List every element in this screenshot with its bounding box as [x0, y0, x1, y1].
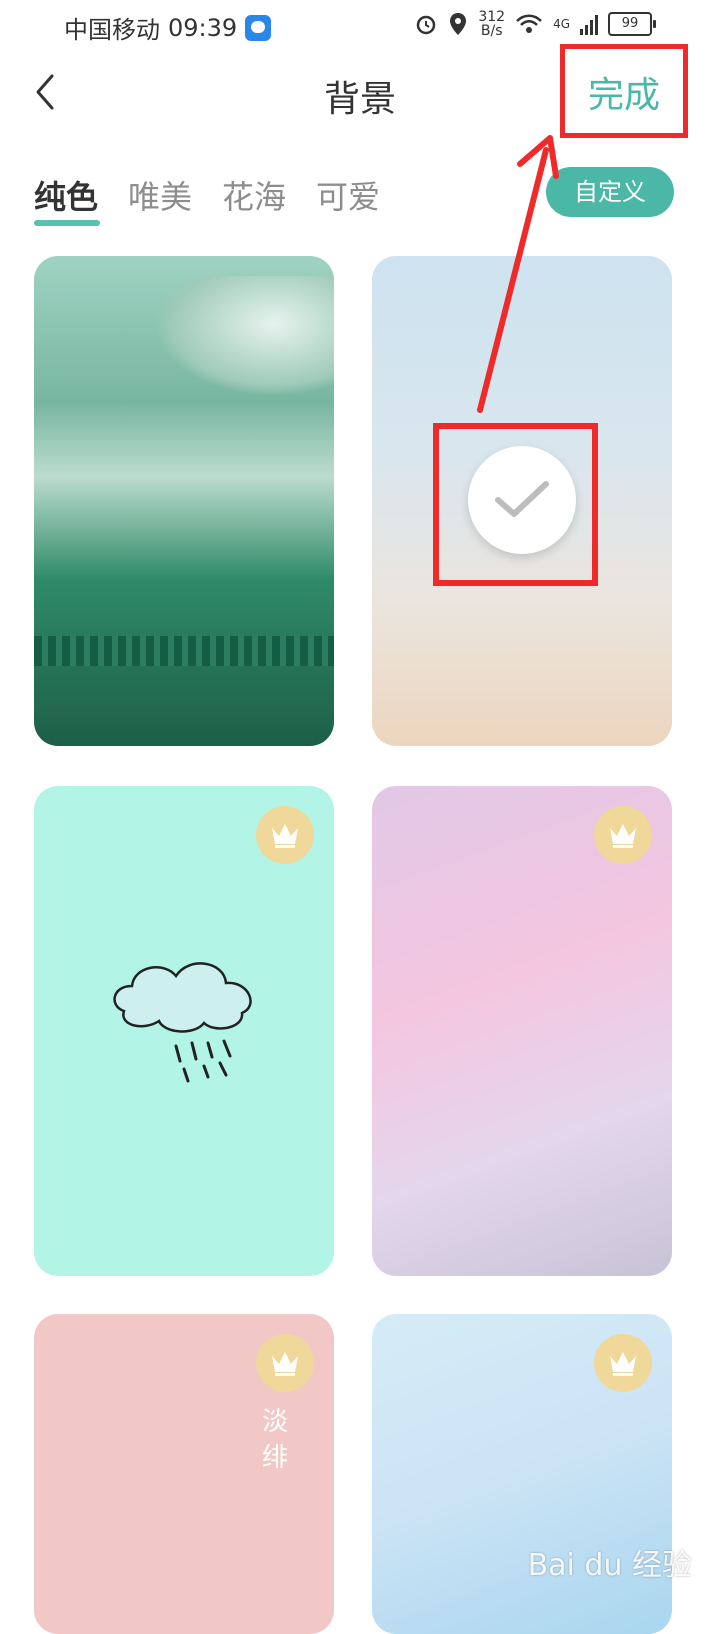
network-type: 4G — [553, 17, 570, 31]
tab-flowers[interactable]: 花海 — [222, 172, 286, 218]
background-card-mint-rain-cloud[interactable] — [34, 786, 334, 1276]
crown-icon — [610, 1352, 636, 1376]
status-left: 中国移动 09:39 — [64, 10, 272, 45]
clock: 09:39 — [168, 13, 238, 42]
speed-unit: B/s — [480, 23, 503, 39]
background-card-blush-pink[interactable]: 淡绯 — [34, 1314, 334, 1634]
signal-icon — [580, 13, 598, 35]
premium-badge — [256, 1334, 314, 1392]
crown-icon — [272, 1352, 298, 1376]
forest-image — [34, 636, 334, 666]
carrier-label: 中国移动 — [64, 16, 160, 44]
status-right: 312 B/s 4G 99 — [414, 10, 656, 38]
tab-cute[interactable]: 可爱 — [316, 172, 380, 218]
battery-icon: 99 — [608, 12, 656, 36]
rain-cloud-icon — [113, 962, 252, 1083]
location-icon — [450, 13, 467, 35]
tab-solid[interactable]: 纯色 — [34, 172, 101, 226]
watermark: Bai du 经验 — [527, 1548, 692, 1583]
premium-badge — [256, 806, 314, 864]
wifi-icon — [516, 14, 542, 33]
premium-badge — [594, 806, 652, 864]
highlight-box-done — [560, 44, 688, 138]
highlight-box-selected — [433, 423, 598, 586]
background-card-pink-watercolor[interactable] — [372, 786, 672, 1276]
crown-icon — [272, 824, 298, 848]
crown-icon — [610, 824, 636, 848]
background-card-mist-forest[interactable] — [34, 256, 334, 746]
premium-badge — [594, 1334, 652, 1392]
annotation-arrow — [477, 135, 559, 413]
tab-aesthetic[interactable]: 唯美 — [128, 172, 192, 218]
app-notification-icon — [245, 14, 272, 41]
mountain-image — [154, 276, 334, 396]
battery-level: 99 — [621, 16, 639, 31]
background-card-blue-sky[interactable] — [372, 1314, 672, 1634]
card-caption: 淡绯 — [261, 1407, 288, 1473]
speed-value: 312 — [478, 9, 506, 25]
category-tabs: 纯色 唯美 花海 可爱 — [34, 172, 380, 226]
alarm-icon — [417, 15, 436, 35]
network-speed: 312 B/s — [478, 10, 505, 38]
